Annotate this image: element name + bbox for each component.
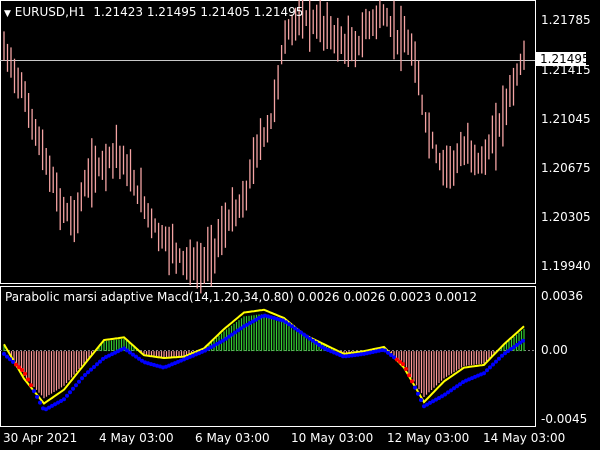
time-tick: 10 May 03:00 [291, 431, 374, 445]
indicator-pane-frame [0, 286, 536, 427]
signal-dot [26, 377, 30, 382]
indicator-title: Parabolic marsi adaptive Macd(14,1.20,34… [5, 290, 294, 304]
indicator-value-4: 0.0012 [435, 290, 478, 304]
ohlc-low: 1.21405 [200, 5, 250, 19]
signal-dot [404, 367, 408, 371]
signal-dot [401, 362, 405, 367]
price-tick: 1.19940 [541, 259, 591, 273]
indicator-tick: 0.00 [541, 343, 568, 357]
signal-dot [419, 398, 423, 402]
signal-dot [482, 371, 486, 376]
signal-dot [98, 359, 102, 364]
signal-dot [8, 357, 12, 362]
signal-dot [80, 376, 84, 381]
signal-dot [14, 362, 18, 367]
ohlc-high: 1.21495 [146, 5, 197, 19]
ohlc-close: 1.21495 [253, 5, 304, 19]
signal-dot [11, 359, 15, 364]
price-tick: 1.20675 [541, 161, 591, 175]
signal-dot [2, 351, 6, 356]
signal-dot [74, 383, 78, 388]
signal-dot [485, 368, 489, 373]
indicator-value-2: 0.0026 [343, 290, 386, 304]
price-tick: 1.21785 [541, 13, 591, 27]
signal-dot [86, 370, 90, 375]
signal-dot [62, 397, 66, 402]
signal-dot [497, 356, 501, 361]
signal-dot [71, 386, 75, 391]
signal-dot [407, 373, 411, 378]
signal-dot [491, 362, 495, 367]
price-tick: 1.21415 [541, 63, 591, 77]
signal-dot [95, 362, 99, 367]
time-tick: 12 May 03:00 [387, 431, 470, 445]
signal-dot [17, 365, 21, 370]
signal-dot [92, 365, 96, 369]
price-tick: 1.21045 [541, 112, 591, 126]
signal-dot [410, 379, 414, 384]
signal-dot [5, 354, 9, 359]
signal-dot [20, 368, 24, 372]
signal-dot [89, 367, 93, 372]
time-tick: 30 Apr 2021 [3, 431, 78, 445]
signal-dot [521, 338, 525, 343]
signal-dot [488, 365, 492, 370]
indicator-tick: -0.0045 [541, 412, 588, 426]
symbol-header: ▼ EURUSD,H1 1.21423 1.21495 1.21405 1.21… [4, 5, 303, 21]
chart-menu-arrow-icon[interactable]: ▼ [4, 9, 11, 19]
signal-dot [65, 393, 69, 398]
time-tick: 4 May 03:00 [99, 431, 174, 445]
indicator-tick: 0.0036 [541, 289, 583, 303]
signal-dot [77, 379, 81, 384]
signal-dot [32, 389, 36, 394]
symbol-label: EURUSD,H1 [14, 5, 86, 19]
indicator-header: Parabolic marsi adaptive Macd(14,1.20,34… [5, 290, 477, 304]
signal-dot [83, 373, 87, 377]
signal-dot [494, 359, 498, 364]
price-tick: 1.20305 [541, 210, 591, 224]
chart-canvas[interactable] [0, 0, 600, 450]
signal-dot [413, 385, 417, 390]
signal-dot [68, 390, 72, 395]
indicator-value-1: 0.0026 [297, 290, 340, 304]
ohlc-open: 1.21423 [93, 5, 144, 19]
signal-dot [35, 394, 39, 399]
signal-dot [38, 400, 42, 405]
time-tick: 6 May 03:00 [195, 431, 270, 445]
signal-dot [29, 383, 33, 388]
time-tick: 14 May 03:00 [483, 431, 566, 445]
indicator-value-3: 0.0023 [389, 290, 432, 304]
signal-dot [23, 371, 27, 376]
signal-dot [416, 391, 420, 396]
